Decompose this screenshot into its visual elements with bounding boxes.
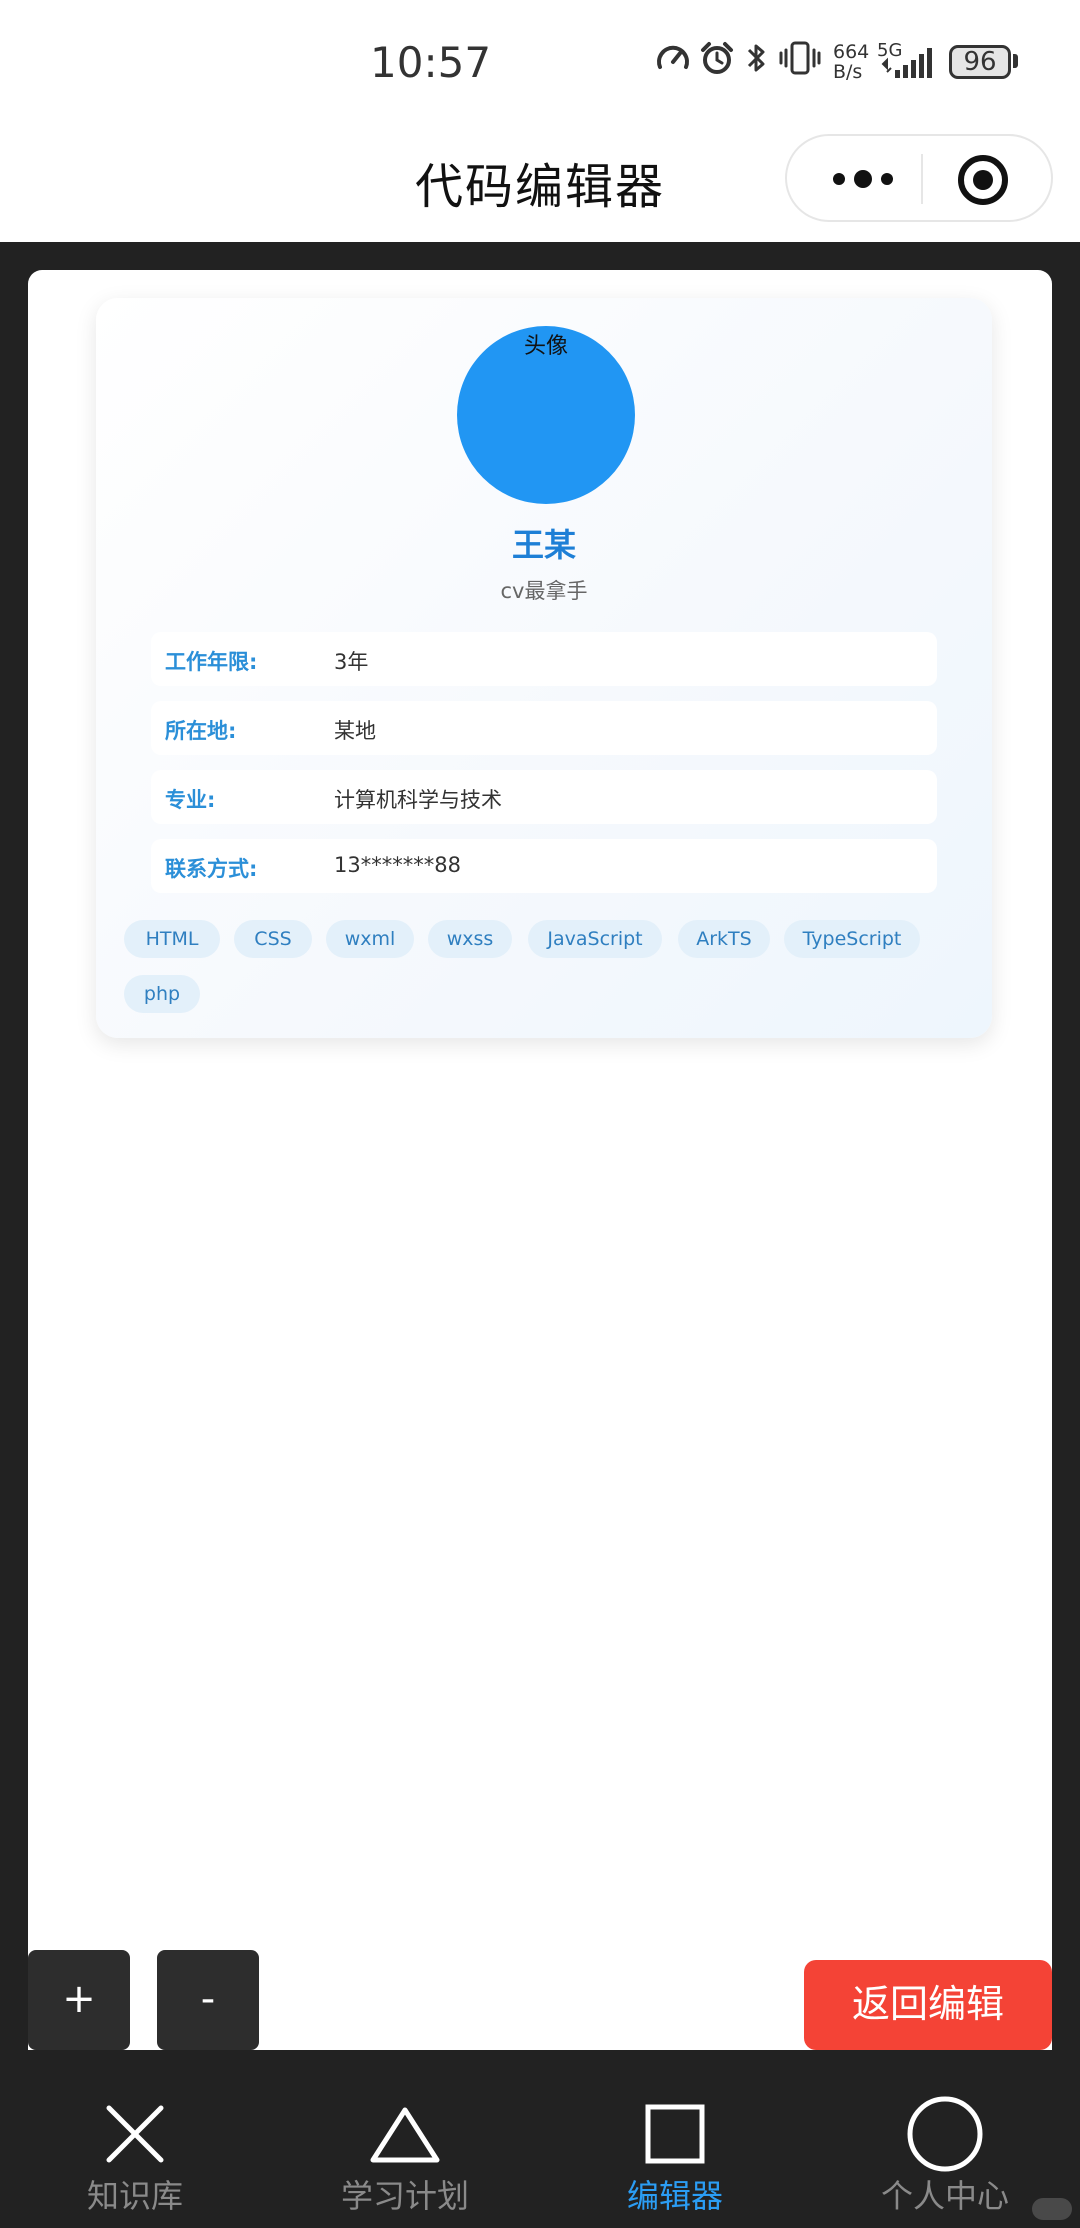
alarm-icon [699,40,735,76]
info-label: 工作年限: [165,650,258,674]
battery-icon: 96 [949,45,1011,79]
preview-area: 头像 王某 cv最拿手 工作年限: 3年 所在地: 某地 专业: 计算机科学与技… [28,270,1052,2050]
net-speed-value: 664 [833,41,870,63]
profile-card: 头像 王某 cv最拿手 工作年限: 3年 所在地: 某地 专业: 计算机科学与技… [96,298,992,1038]
avatar: 头像 [457,326,635,504]
tab-knowledge-base[interactable]: 知识库 [0,2051,270,2228]
target-icon[interactable] [957,154,1009,206]
net-speed: 664 B/s [833,42,869,82]
circle-icon [905,2094,985,2174]
status-bar: 10:57 664 B/s 5G 96 [0,0,1080,125]
close-x-icon [95,2094,175,2174]
skill-tag: CSS [234,920,312,958]
watermark-badge [1032,2198,1072,2220]
info-row-contact: 联系方式: 13*******88 [151,839,937,893]
skill-tag: wxml [326,920,414,958]
info-value: 计算机科学与技术 [334,788,502,812]
profile-subtitle: cv最拿手 [500,579,588,603]
info-row-experience: 工作年限: 3年 [151,632,937,686]
status-time: 10:57 [370,38,492,87]
tab-label: 知识库 [86,2177,183,2215]
zoom-in-button[interactable]: + [28,1950,130,2050]
speedometer-icon [655,40,691,76]
tab-bar: 知识库 学习计划 编辑器 个人中心 [0,2051,1080,2228]
battery-tip [1013,54,1018,68]
tab-editor[interactable]: 编辑器 [540,2051,810,2228]
info-value: 某地 [334,719,376,743]
tab-study-plan[interactable]: 学习计划 [270,2051,540,2228]
nav-bar: 代码编辑器 [0,125,1080,242]
info-value: 3年 [334,650,369,674]
skill-tag: php [124,975,200,1013]
square-icon [635,2094,715,2174]
status-icons: 664 B/s 5G 96 [655,40,1025,88]
signal-icon [881,46,943,80]
bluetooth-icon [743,40,771,76]
vibrate-icon [778,40,822,76]
skill-tag: JavaScript [528,920,662,958]
zoom-out-button[interactable]: - [157,1950,259,2050]
more-dots-icon[interactable] [823,156,903,202]
info-label: 联系方式: [165,857,258,881]
tab-label: 编辑器 [626,2177,723,2215]
info-value: 13*******88 [334,853,461,877]
avatar-alt-text: 头像 [523,334,568,359]
triangle-icon [365,2094,445,2174]
info-label: 专业: [165,788,216,812]
info-row-location: 所在地: 某地 [151,701,937,755]
capsule-divider [921,154,923,204]
mini-program-capsule [785,134,1053,222]
profile-name: 王某 [511,526,576,564]
skill-tag: wxss [428,920,512,958]
skill-tag: ArkTS [678,920,770,958]
info-label: 所在地: [165,719,237,743]
skill-tag: TypeScript [784,920,920,958]
net-speed-unit: B/s [833,61,863,83]
skill-tag: HTML [124,920,220,958]
info-row-major: 专业: 计算机科学与技术 [151,770,937,824]
return-edit-button[interactable]: 返回编辑 [804,1960,1052,2050]
tab-label: 学习计划 [340,2177,469,2215]
